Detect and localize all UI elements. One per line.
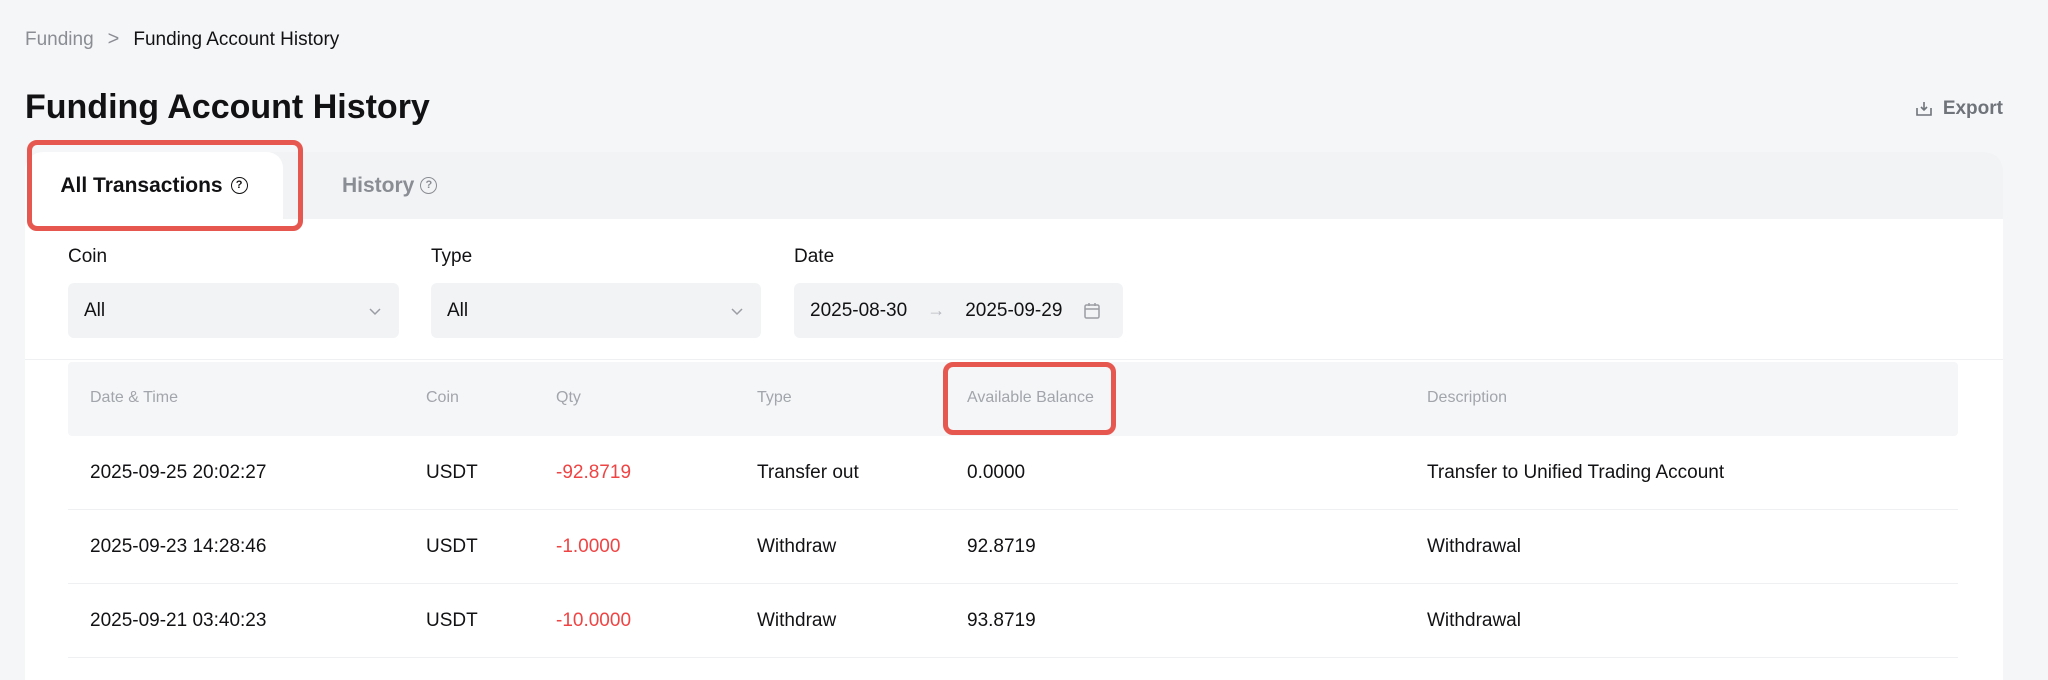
chevron-down-icon [369, 307, 381, 315]
breadcrumb: Funding > Funding Account History [25, 28, 339, 51]
tab-all-transactions-label: All Transactions [60, 173, 223, 197]
row-type: Withdraw [757, 610, 837, 631]
coin-filter-label: Coin [68, 246, 108, 267]
column-header-coin: Coin [426, 389, 459, 406]
row-qty: -10.0000 [556, 610, 632, 631]
row-balance: 92.8719 [967, 536, 1036, 557]
coin-select-value: All [84, 299, 106, 321]
type-filter-label: Type [431, 246, 473, 267]
row-qty: -92.8719 [556, 462, 632, 483]
row-balance: 0.0000 [967, 462, 1026, 483]
row-datetime: 2025-09-21 03:40:23 [90, 610, 267, 631]
download-icon [1916, 102, 1932, 116]
export-label: Export [1942, 98, 2003, 119]
column-header-datetime: Date & Time [90, 389, 179, 406]
breadcrumb-funding-link[interactable]: Funding [25, 29, 94, 51]
arrow-right-icon: → [927, 300, 946, 320]
coin-select[interactable]: All [68, 283, 399, 338]
type-select-value: All [447, 299, 469, 321]
row-description: Transfer to Unified Trading Account [1427, 462, 1725, 483]
calendar-icon[interactable] [1082, 301, 1102, 321]
row-datetime: 2025-09-25 20:02:27 [90, 462, 267, 483]
column-header-description: Description [1427, 389, 1508, 406]
row-coin: USDT [426, 536, 478, 557]
tab-bar: All Transactions ? History ? [25, 152, 2003, 219]
tab-history[interactable]: History ? [342, 152, 438, 219]
tab-history-label: History [342, 173, 415, 197]
date-range-picker[interactable]: 2025-08-30 → 2025-09-29 [794, 283, 1123, 338]
export-button[interactable]: Export [1915, 98, 2003, 120]
page-title: Funding Account History [25, 88, 430, 126]
type-select[interactable]: All [431, 283, 761, 338]
row-description: Withdrawal [1427, 610, 1521, 631]
chevron-down-icon [731, 307, 743, 315]
help-icon[interactable]: ? [230, 177, 248, 194]
tab-all-transactions[interactable]: All Transactions ? [25, 152, 283, 219]
row-datetime: 2025-09-23 14:28:46 [90, 536, 267, 557]
date-filter-label: Date [794, 246, 835, 267]
filter-divider [25, 359, 2003, 360]
row-qty: -1.0000 [556, 536, 621, 557]
date-start[interactable]: 2025-08-30 [810, 300, 907, 322]
row-coin: USDT [426, 610, 478, 631]
row-coin: USDT [426, 462, 478, 483]
help-icon[interactable]: ? [420, 177, 438, 194]
breadcrumb-separator: > [107, 28, 120, 50]
column-header-available-balance: Available Balance [967, 389, 1094, 406]
column-header-qty: Qty [556, 389, 581, 406]
row-type: Transfer out [757, 462, 859, 483]
column-header-type: Type [757, 389, 792, 406]
row-balance: 93.8719 [967, 610, 1036, 631]
row-description: Withdrawal [1427, 536, 1521, 557]
row-type: Withdraw [757, 536, 837, 557]
breadcrumb-current: Funding Account History [133, 28, 340, 50]
date-end[interactable]: 2025-09-29 [965, 300, 1062, 322]
